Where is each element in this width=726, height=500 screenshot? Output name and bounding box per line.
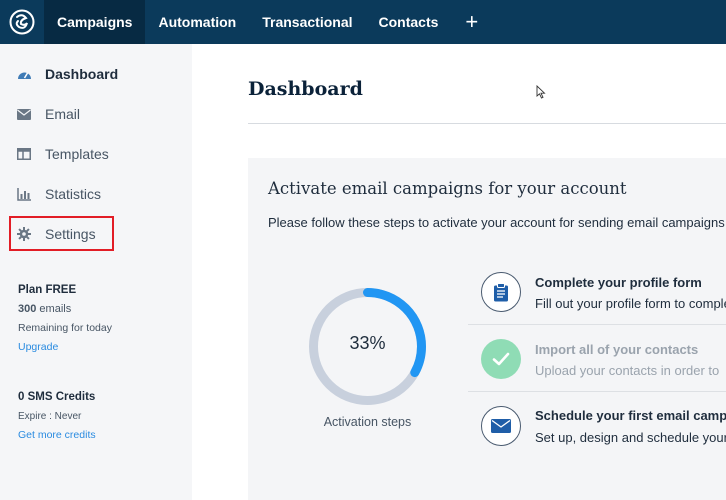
- step-description: Set up, design and schedule your: [535, 430, 726, 445]
- plan-emails-count: 300: [18, 303, 37, 315]
- sidebar-item-templates[interactable]: Templates: [16, 146, 109, 162]
- nav-tab-contacts[interactable]: Contacts: [366, 0, 452, 44]
- step-complete-profile[interactable]: Complete your profile form Fill out your…: [468, 268, 726, 324]
- sidebar-item-dashboard[interactable]: Dashboard: [16, 66, 118, 82]
- progress-caption: Activation steps: [323, 415, 412, 429]
- template-icon: [16, 146, 32, 162]
- speedometer-icon: [16, 66, 32, 82]
- sms-expire: Expire : Never: [18, 411, 82, 422]
- sidebar-item-email[interactable]: Email: [16, 106, 80, 122]
- progress-percent: 33%: [349, 333, 386, 353]
- step-divider: [468, 391, 726, 392]
- upgrade-link[interactable]: Upgrade: [18, 341, 112, 353]
- bar-chart-icon: [16, 186, 32, 202]
- step-description: Upload your contacts in order to: [535, 363, 720, 378]
- step-title: Complete your profile form: [535, 275, 702, 290]
- step-description: Fill out your profile form to complete: [535, 296, 726, 311]
- plan-title: Plan FREE: [18, 284, 77, 296]
- step-import-contacts[interactable]: Import all of your contacts Upload your …: [468, 336, 726, 392]
- envelope-icon: [481, 406, 521, 446]
- sidebar-item-label: Dashboard: [45, 66, 119, 82]
- sidebar-item-label: Templates: [45, 146, 109, 162]
- nav-tab-automation[interactable]: Automation: [145, 0, 249, 44]
- plan-remaining: Remaining for today: [18, 322, 112, 334]
- sidebar-item-label: Email: [45, 106, 81, 122]
- get-more-credits-link[interactable]: Get more credits: [18, 429, 96, 441]
- title-divider: [248, 123, 726, 124]
- sidebar: Dashboard Email Templates Statistics Set…: [0, 44, 192, 500]
- plan-info: Plan FREE 300 emails Remaining for today…: [18, 284, 112, 353]
- sidebar-item-label: Statistics: [45, 186, 102, 202]
- card-title: Activate email campaigns for your accoun…: [268, 179, 627, 198]
- sendinblue-logo-icon[interactable]: [0, 0, 44, 44]
- nav-tab-transactional[interactable]: Transactional: [249, 0, 365, 44]
- card-subtitle: Please follow these steps to activate yo…: [268, 215, 725, 230]
- sms-info: 0 SMS Credits Expire : Never Get more cr…: [18, 391, 96, 441]
- add-plus-icon[interactable]: +: [451, 0, 492, 44]
- activation-progress-ring: 33%: [308, 287, 427, 406]
- step-divider: [468, 324, 726, 325]
- plan-emails-unit: emails: [39, 303, 72, 315]
- clipboard-icon: [481, 272, 521, 312]
- envelope-icon: [16, 106, 32, 122]
- checkmark-icon: [481, 339, 521, 379]
- top-navigation-bar: Campaigns Automation Transactional Conta…: [0, 0, 726, 44]
- step-title: Schedule your first email campaign: [535, 408, 726, 423]
- plan-emails: 300 emails: [18, 303, 112, 315]
- activation-card: Activate email campaigns for your accoun…: [248, 158, 726, 500]
- nav-tab-campaigns[interactable]: Campaigns: [44, 0, 146, 44]
- sidebar-item-statistics[interactable]: Statistics: [16, 186, 101, 202]
- page-title: Dashboard: [248, 78, 363, 100]
- sms-credits-title: 0 SMS Credits: [18, 391, 96, 403]
- mouse-cursor-icon: [536, 84, 546, 104]
- step-title: Import all of your contacts: [535, 342, 699, 357]
- step-schedule-campaign[interactable]: Schedule your first email campaign Set u…: [468, 404, 726, 460]
- settings-highlight-box: [9, 216, 114, 251]
